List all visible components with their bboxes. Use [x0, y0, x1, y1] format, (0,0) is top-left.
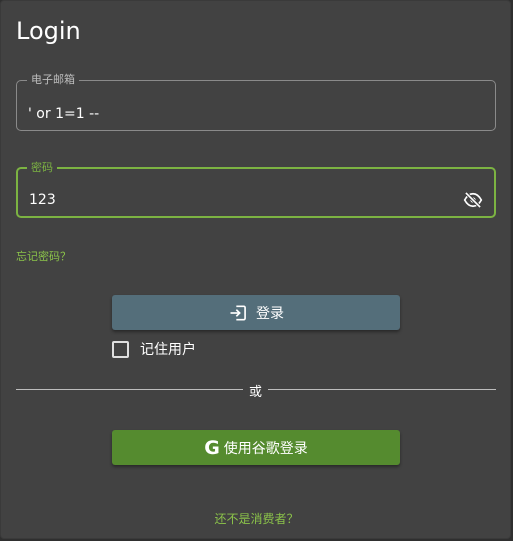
remember-me-checkbox[interactable]: 记住用户: [112, 339, 196, 359]
divider-left: [16, 389, 243, 390]
password-input[interactable]: [29, 192, 449, 208]
remember-me-label: 记住用户: [140, 342, 196, 358]
login-card: Login 电子邮箱 密码 忘记密码？ 登录 记住用户: [0, 0, 511, 539]
email-input[interactable]: [28, 106, 448, 122]
password-field[interactable]: 密码: [16, 161, 496, 218]
email-label: 电子邮箱: [31, 73, 75, 86]
google-icon: G: [204, 436, 220, 459]
forgot-password-link[interactable]: 忘记密码？: [16, 248, 71, 264]
checkbox-box[interactable]: [112, 340, 129, 358]
login-button[interactable]: 登录: [112, 295, 400, 330]
login-icon: [228, 303, 248, 323]
google-button-label: 使用谷歌登录: [223, 440, 308, 457]
email-field[interactable]: 电子邮箱: [16, 73, 496, 131]
login-button-label: 登录: [256, 305, 284, 322]
divider-text: 或: [249, 385, 263, 400]
divider-right: [268, 389, 496, 390]
eye-off-icon[interactable]: [463, 190, 483, 210]
signup-link[interactable]: 还不是消费者？: [214, 512, 298, 526]
password-label: 密码: [31, 161, 53, 174]
page-title: Login: [16, 17, 81, 45]
signup-link-row: 还不是消费者？: [1, 510, 512, 527]
google-login-button[interactable]: G 使用谷歌登录: [112, 430, 400, 465]
